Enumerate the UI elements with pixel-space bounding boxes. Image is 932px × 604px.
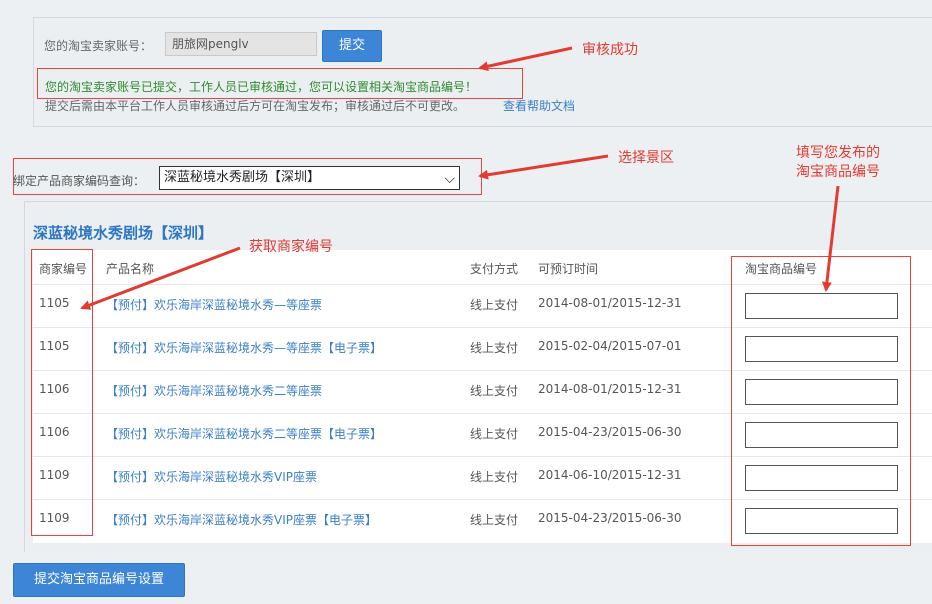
arrow-approved xyxy=(478,46,573,72)
annotation-arrows xyxy=(80,46,840,310)
arrow-get-code xyxy=(80,246,241,310)
arrow-select-area xyxy=(478,154,609,180)
arrow-fill-number xyxy=(821,185,840,292)
